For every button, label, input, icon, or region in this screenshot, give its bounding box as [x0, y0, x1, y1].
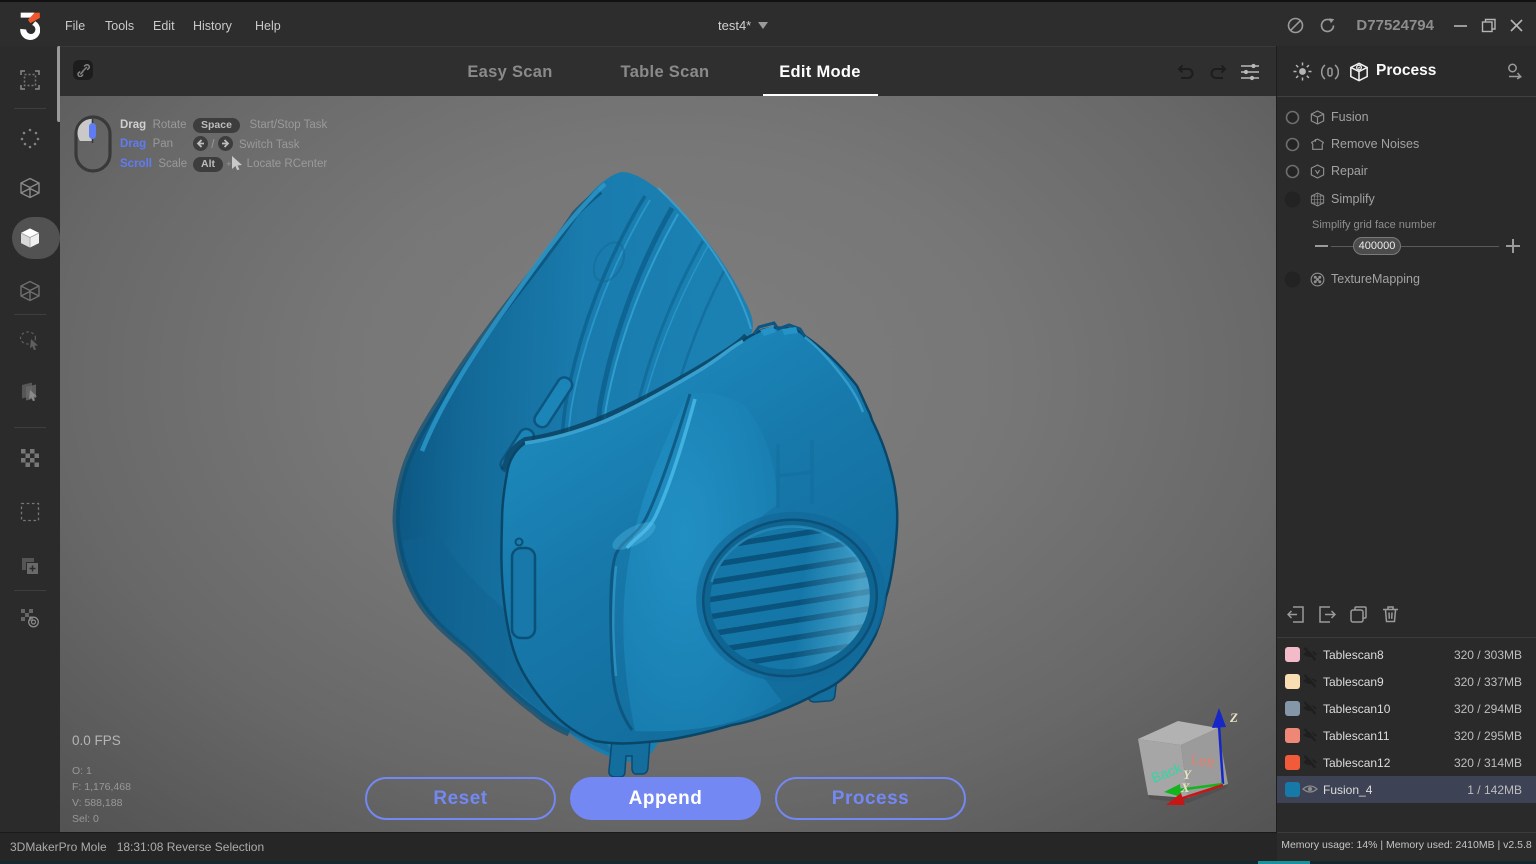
svg-text:X: X: [1180, 780, 1190, 795]
svg-text:Z: Z: [1229, 710, 1238, 725]
